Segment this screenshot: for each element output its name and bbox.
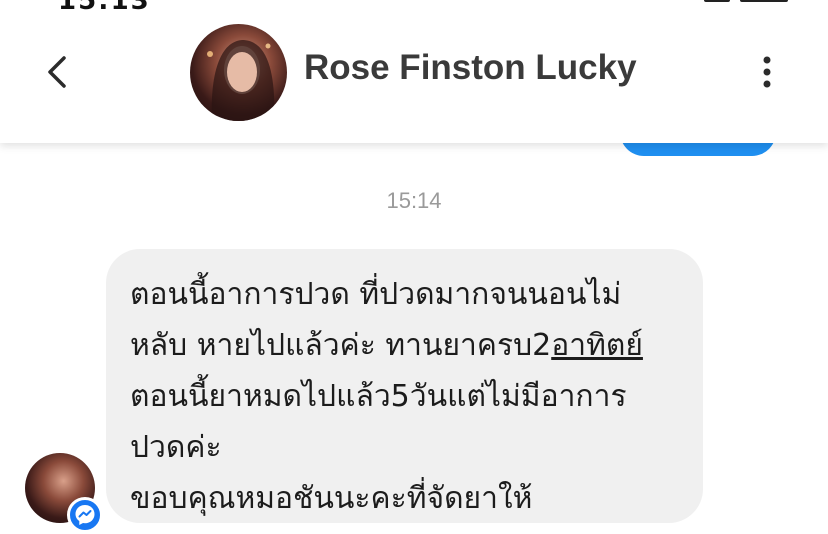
message-line: ปวดค่ะ [130, 430, 222, 465]
received-message-bubble[interactable]: ตอนนี้อาการปวด ที่ปวดมากจนนอนไม่ หลับ หา… [106, 249, 703, 523]
status-bar-time: 15:13 [58, 0, 151, 16]
status-bar-icons [704, 0, 788, 2]
message-line: หลับ หายไปแล้วค่ะ ทานยาครบ2อาทิตย์ [130, 320, 700, 371]
chat-header: 15:13 Rose Finston Lucky [0, 0, 828, 143]
signal-icon [704, 0, 730, 2]
chevron-left-icon [48, 56, 66, 88]
more-options-button[interactable] [752, 52, 782, 92]
message-line-text: หลับ หายไปแล้วค่ะ ทานยาครบ2 [130, 328, 552, 363]
contact-avatar[interactable] [190, 24, 287, 121]
messenger-icon [75, 505, 95, 525]
vertical-ellipsis-icon [763, 56, 771, 88]
contact-name[interactable]: Rose Finston Lucky [304, 48, 637, 88]
messenger-badge [67, 497, 103, 533]
contact-photo [207, 40, 275, 121]
back-button[interactable] [38, 50, 78, 94]
message-text: ตอนนี้อาการปวด ที่ปวดมากจนนอนไม่ หลับ หา… [130, 269, 700, 524]
underlined-word: อาทิตย์ [551, 328, 643, 363]
message-timestamp: 15:14 [386, 188, 442, 213]
message-line: ขอบคุณหมอชันนะคะที่จัดยาให้ [130, 481, 533, 516]
message-line: ตอนนี้ยาหมดไปแล้ว5วันแต่ไม่มีอาการ [130, 379, 627, 414]
battery-icon [740, 0, 788, 2]
message-line: ตอนนี้อาการปวด ที่ปวดมากจนนอนไม่ [130, 277, 622, 312]
